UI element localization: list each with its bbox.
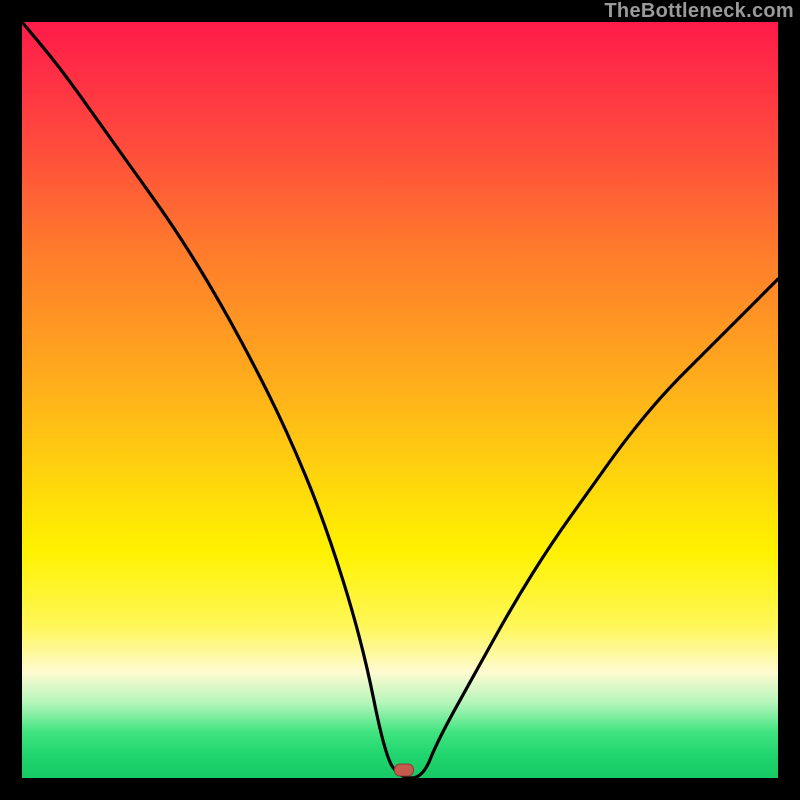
chart-stage: TheBottleneck.com	[0, 0, 800, 800]
bottleneck-curve	[22, 22, 778, 778]
bottleneck-marker	[394, 764, 414, 777]
plot-area	[20, 20, 780, 780]
